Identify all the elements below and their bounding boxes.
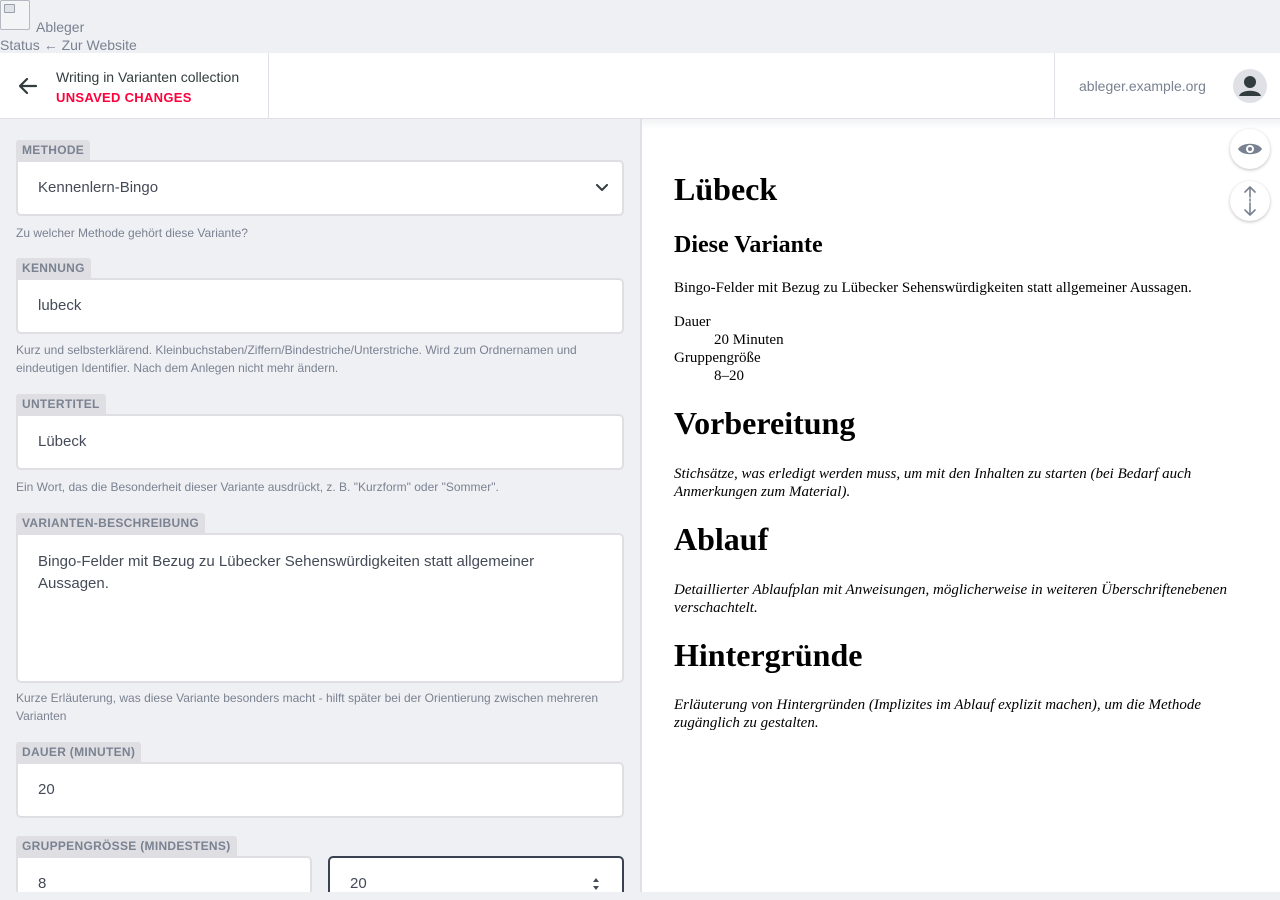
preview-title: Lübeck: [674, 171, 778, 207]
methode-label: Methode: [16, 140, 91, 160]
status-link[interactable]: Status: [0, 37, 40, 53]
kennung-label: Kennung: [16, 258, 91, 278]
site-url[interactable]: ableger.example.org: [1079, 78, 1206, 94]
bottom-strip: [0, 892, 1280, 900]
methode-selected-value: Kennenlern-Bingo: [38, 179, 159, 196]
gruppe-label: Gruppengrösse (mindestens): [16, 836, 237, 856]
unsaved-changes-badge: UNSAVED CHANGES: [56, 90, 192, 105]
editor-header: Writing in Varianten collection UNSAVED …: [0, 53, 1280, 119]
entry-title: Writing in Varianten collection: [56, 69, 240, 85]
gruppe-max-value: 20: [350, 875, 367, 892]
arrow-left-icon: [19, 78, 37, 94]
scrolled-hint-fragment: [16, 119, 624, 121]
untertitel-label: Untertitel: [16, 394, 106, 414]
preview-hintergruende-text: Erläuterung von Hintergründen (Implizite…: [674, 697, 1201, 731]
beschreibung-hint: Kurze Erläuterung, was diese Variante be…: [16, 691, 599, 723]
preview-heading-variant: Diese Variante: [674, 232, 823, 258]
site-info-block: ableger.example.org: [1054, 53, 1280, 119]
site-logo-image: [0, 0, 30, 30]
preview-dauer-value: 20 Minuten: [714, 332, 784, 348]
user-avatar-icon[interactable]: [1233, 69, 1267, 103]
kennung-hint: Kurz und selbsterklärend. Kleinbuchstabe…: [16, 343, 577, 375]
number-spinner-icon[interactable]: [592, 875, 600, 892]
preview-heading-vorbereitung: Vorbereitung: [674, 405, 856, 441]
methode-hint: Zu welcher Methode gehört diese Variante…: [16, 226, 248, 240]
top-nav: Status ← Zur Website: [0, 37, 141, 53]
preview-dauer-term: Dauer: [674, 314, 711, 330]
preview-toggle-button[interactable]: [1230, 129, 1270, 169]
dauer-label: Dauer (Minuten): [16, 742, 142, 762]
top-strip: Ableger Status ← Zur Website: [0, 0, 1280, 53]
beschreibung-textarea[interactable]: [16, 533, 624, 683]
beschreibung-label: Varianten-Beschreibung: [16, 513, 206, 533]
methode-select[interactable]: Kennenlern-Bingo: [16, 160, 624, 216]
untertitel-input[interactable]: Lübeck: [16, 414, 624, 470]
chevron-down-icon: [596, 184, 608, 191]
kennung-input[interactable]: lubeck: [16, 278, 624, 334]
preview-vorbereitung-text: Stichsätze, was erledigt werden muss, um…: [674, 466, 1192, 500]
dauer-input[interactable]: 20: [16, 762, 624, 818]
site-name: Ableger: [36, 19, 85, 35]
back-button[interactable]: [0, 53, 56, 119]
preview-top-shadow: [642, 119, 1280, 129]
eye-icon: [1238, 143, 1262, 155]
editor-pane[interactable]: Methode Kennenlern-Bingo Zu welcher Meth…: [0, 119, 640, 892]
gruppe-max-input[interactable]: 20: [328, 856, 624, 892]
preview-gruppe-term: Gruppengröße: [674, 350, 761, 366]
gruppe-min-input[interactable]: 8: [16, 856, 312, 892]
sync-scroll-button[interactable]: [1230, 181, 1270, 221]
entry-title-block: Writing in Varianten collection UNSAVED …: [56, 53, 269, 119]
preview-variant-text: Bingo-Felder mit Bezug zu Lübecker Sehen…: [674, 280, 1192, 296]
preview-heading-hintergruende: Hintergründe: [674, 637, 863, 673]
website-link[interactable]: ← Zur Website: [44, 37, 137, 53]
scroll-sync-icon: [1244, 186, 1256, 216]
preview-pane: Lübeck Diese Variante Bingo-Felder mit B…: [642, 119, 1280, 892]
preview-ablauf-text: Detaillierter Ablaufplan mit Anweisungen…: [674, 582, 1227, 616]
preview-gruppe-value: 8–20: [714, 368, 744, 384]
untertitel-hint: Ein Wort, das die Besonderheit dieser Va…: [16, 480, 499, 494]
preview-heading-ablauf: Ablauf: [674, 521, 769, 557]
